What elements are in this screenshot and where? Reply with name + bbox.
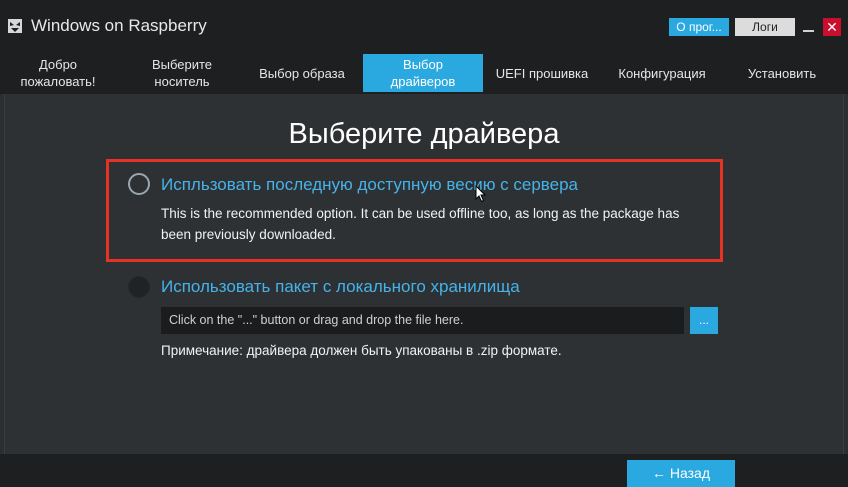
tab-welcome-line2: пожаловать!: [20, 74, 96, 89]
about-button[interactable]: О прог...: [669, 18, 729, 36]
page-title: Выберите драйвера: [288, 118, 560, 150]
tab-uefi-firmware[interactable]: UEFI прошивка: [488, 54, 596, 92]
tab-select-media-line1: Выберите: [151, 57, 213, 72]
tab-select-media-line2: носитель: [154, 74, 210, 89]
tab-select-drivers-line2: драйверов: [390, 74, 456, 89]
tab-configuration-label: Конфигурация: [618, 65, 706, 81]
tab-uefi-firmware-label: UEFI прошивка: [495, 65, 589, 81]
tab-install[interactable]: Установить: [740, 54, 824, 92]
close-button[interactable]: ✕: [823, 18, 841, 36]
tab-configuration[interactable]: Конфигурация: [610, 54, 714, 92]
tab-install-label: Установить: [747, 65, 817, 81]
tab-welcome-line1: Добро: [38, 57, 78, 72]
window-title: Windows on Raspberry: [31, 16, 207, 35]
mouse-cursor-icon: [475, 185, 487, 203]
local-option-label[interactable]: Использовать пакет с локального хранилищ…: [161, 277, 520, 297]
driver-file-path-input[interactable]: Click on the "..." button or drag and dr…: [161, 307, 684, 334]
tab-select-image-label: Выбор образа: [259, 65, 345, 81]
tab-select-drivers[interactable]: Выбор драйверов: [363, 54, 483, 92]
tab-select-image[interactable]: Выбор образа: [250, 54, 354, 92]
tab-select-media[interactable]: Выберите носитель: [140, 54, 224, 92]
raspberry-logo-icon: [8, 19, 22, 33]
title-bar: Windows on Raspberry О прог... Логи ✕: [0, 0, 848, 52]
browse-button[interactable]: ...: [690, 307, 718, 334]
online-option-label[interactable]: Испльзовать последную доступную весию с …: [161, 175, 578, 195]
wizard-tabs: Добро пожаловать! Выберите носитель Выбор …: [0, 52, 848, 94]
tab-welcome[interactable]: Добро пожаловать!: [12, 54, 104, 92]
radio-local-option[interactable]: [128, 276, 150, 298]
radio-online-option[interactable]: [128, 173, 150, 195]
minimize-icon[interactable]: [803, 30, 814, 32]
zip-format-note: Примечание: драйвера должен быть упакова…: [161, 343, 562, 358]
logs-button[interactable]: Логи: [735, 18, 795, 36]
back-button[interactable]: ← Назад: [627, 460, 735, 487]
tab-select-drivers-line1: Выбор: [403, 57, 443, 72]
online-option-description: This is the recommended option. It can b…: [161, 206, 680, 242]
